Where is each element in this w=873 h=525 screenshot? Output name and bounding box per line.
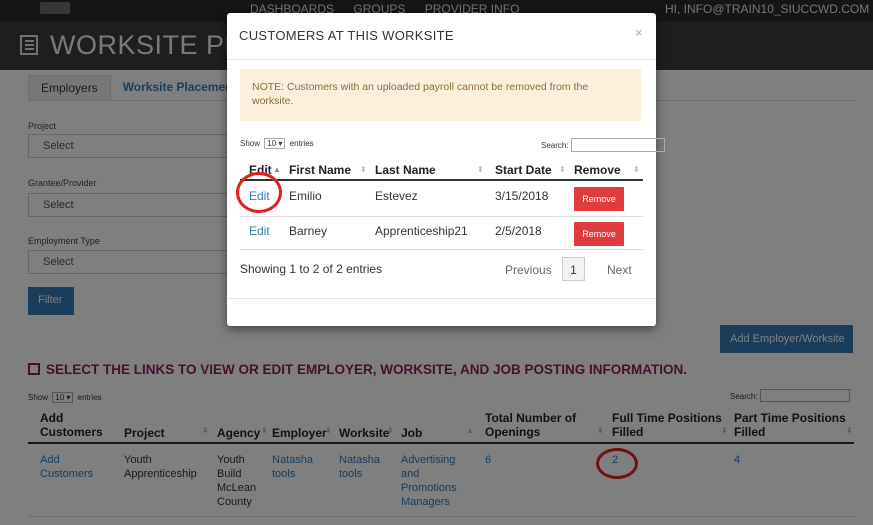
sort-asc-icon: ▲ <box>273 165 281 174</box>
col-first-name[interactable]: First Name <box>289 163 351 177</box>
payroll-note: NOTE: Customers with an uploaded payroll… <box>240 69 641 121</box>
modal-search: Search: <box>541 138 665 152</box>
sort-icon: ⬍ <box>633 165 640 174</box>
sort-icon: ⬍ <box>360 165 367 174</box>
entries-select-value: 10 <box>267 139 277 148</box>
modal-title: CUSTOMERS AT THIS WORKSITE <box>239 28 454 43</box>
modal-header-divider <box>227 59 656 60</box>
table-info: Showing 1 to 2 of 2 entries <box>240 262 383 276</box>
modal-footer-divider <box>227 298 656 299</box>
modal-table-header-divider <box>240 179 643 181</box>
sort-icon: ⬍ <box>477 165 484 174</box>
close-icon[interactable]: × <box>635 25 643 40</box>
col-start-date[interactable]: Start Date <box>495 163 552 177</box>
page-1-button[interactable]: 1 <box>562 257 585 281</box>
cell-last-name: Estevez <box>375 189 418 203</box>
col-last-name[interactable]: Last Name <box>375 163 436 177</box>
previous-page-button[interactable]: Previous <box>505 263 552 277</box>
col-remove[interactable]: Remove <box>574 163 621 177</box>
annotation-circle-edit <box>236 172 282 213</box>
row-divider <box>240 249 643 250</box>
entries-label: entries <box>289 139 314 148</box>
cell-first-name: Emilio <box>289 189 322 203</box>
cell-last-name: Apprenticeship21 <box>375 224 468 238</box>
edit-customer-link[interactable]: Edit <box>249 224 270 238</box>
modal-search-input[interactable] <box>570 138 665 152</box>
customers-modal: CUSTOMERS AT THIS WORKSITE × NOTE: Custo… <box>227 13 665 326</box>
row-divider <box>240 216 643 217</box>
cell-start-date: 2/5/2018 <box>495 224 542 238</box>
modal-entries-select[interactable]: 10 ▾ <box>264 138 286 149</box>
next-page-button[interactable]: Next <box>607 263 632 277</box>
sort-icon: ⬍ <box>559 165 566 174</box>
remove-button[interactable]: Remove <box>574 187 624 211</box>
remove-button[interactable]: Remove <box>574 222 624 246</box>
cell-first-name: Barney <box>289 224 328 238</box>
search-label: Search: <box>541 141 569 150</box>
cell-start-date: 3/15/2018 <box>495 189 549 203</box>
show-label: Show <box>240 139 261 148</box>
modal-entries-length-control: Show 10 ▾ entries <box>240 138 314 149</box>
